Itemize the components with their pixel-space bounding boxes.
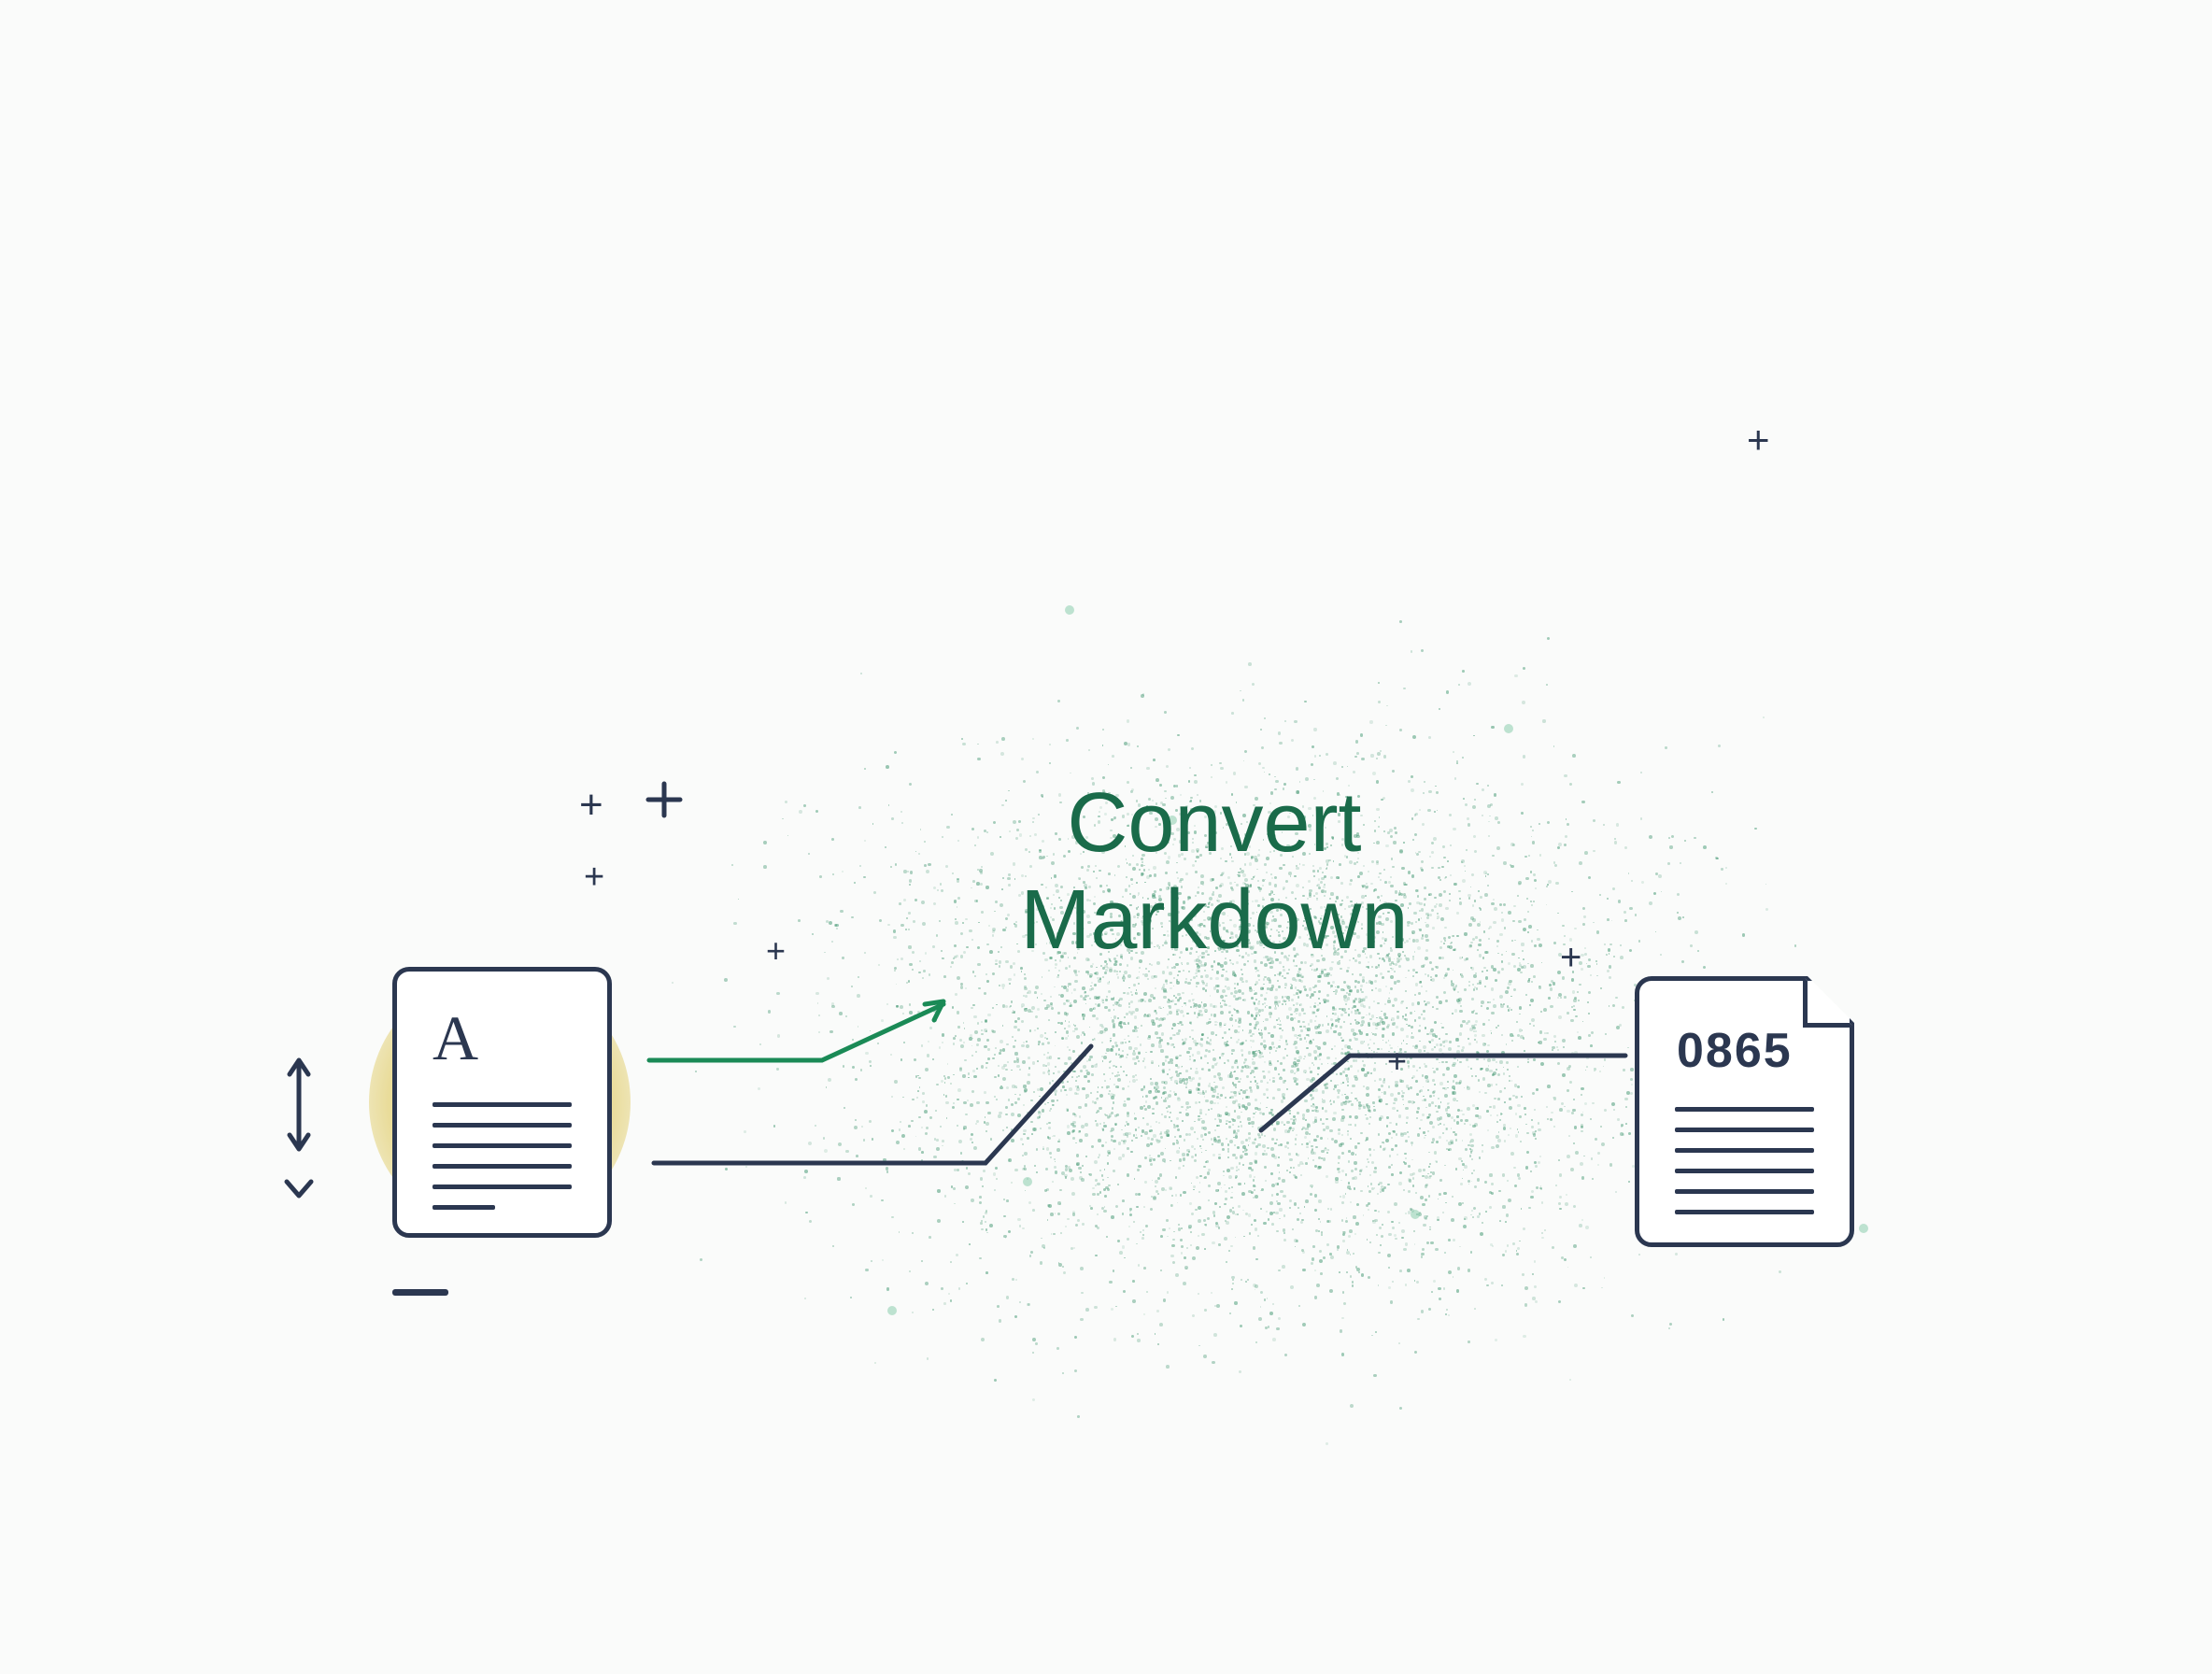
plus-icon: + [584,859,604,895]
sparkle-icon [645,780,684,824]
plus-icon: + [1387,1044,1407,1078]
plus-icon: + [1747,420,1770,460]
minus-icon [392,1289,448,1296]
document-lines [432,1102,572,1226]
plus-icon: + [579,785,603,826]
target-document-icon: 0865 [1635,976,1854,1247]
document-lines [1675,1107,1814,1230]
diagram-title: Convert Markdown [953,775,1476,969]
title-line-2: Markdown [953,872,1476,970]
plus-icon: + [766,934,786,968]
resize-handle-icon [276,1046,322,1205]
target-document-label: 0865 [1677,1023,1793,1079]
source-document-icon: A [392,967,612,1238]
title-line-1: Convert [953,775,1476,872]
plus-icon: + [1560,939,1581,976]
source-document-label: A [432,1001,478,1075]
